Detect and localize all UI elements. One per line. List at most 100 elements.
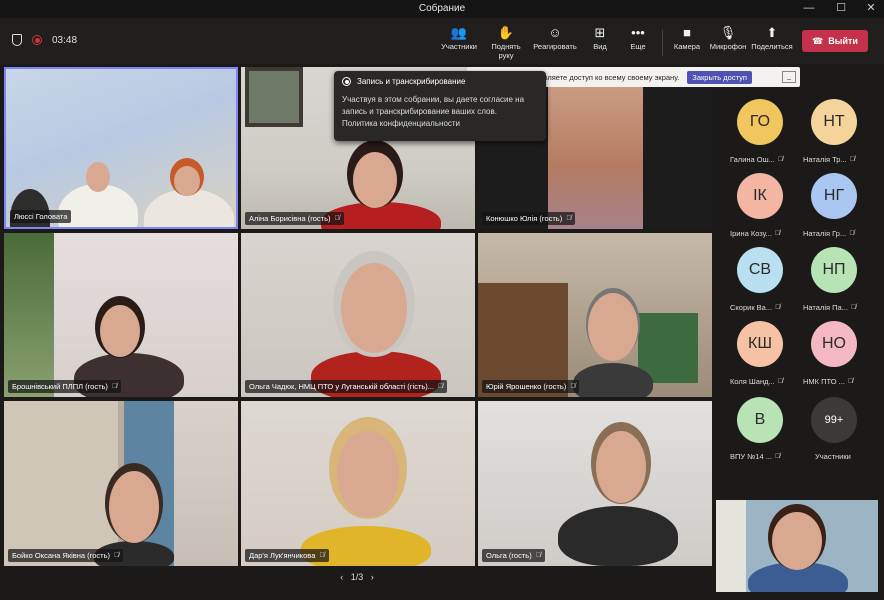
microphone-label: Микрофон bbox=[709, 42, 747, 51]
minimize-banner-button[interactable]: _ bbox=[782, 71, 796, 83]
more-icon: ••• bbox=[631, 25, 645, 40]
microphone-muted-icon: 🎙̸ bbox=[570, 383, 576, 390]
share-label: Поделиться bbox=[751, 42, 793, 51]
avatar[interactable]: НТ bbox=[811, 99, 857, 145]
microphone-muted-icon: 🎙̸ bbox=[775, 304, 781, 311]
attendee-name: Наталія Тр... 🎙̸ bbox=[803, 155, 873, 164]
microphone-muted-icon: 🎙̸ bbox=[774, 453, 781, 460]
avatar[interactable]: НГ bbox=[811, 173, 857, 219]
maximize-button[interactable]: ☐ bbox=[826, 0, 856, 18]
microphone-muted-icon: 🎙̸ bbox=[777, 156, 784, 163]
attendee-name: Наталія Па... 🎙̸ bbox=[803, 303, 873, 312]
video-tile[interactable]: Бойко Оксана Яківна (гость) 🎙̸ bbox=[4, 401, 238, 566]
video-tile[interactable]: Люссі Головата bbox=[4, 67, 238, 229]
person-head bbox=[596, 431, 646, 503]
microphone-muted-icon: 🎙̸ bbox=[438, 383, 444, 390]
toolbar-divider bbox=[662, 30, 663, 56]
participant-name: Аліна Борисівна (гость) 🎙̸ bbox=[245, 212, 344, 225]
participant-name: Дар'я Лук'янчикова 🎙̸ bbox=[245, 549, 329, 562]
meeting-timer: 03:48 bbox=[52, 34, 78, 46]
raise-hand-label: Поднять руку bbox=[491, 42, 521, 60]
avatar[interactable]: ГО bbox=[737, 99, 783, 145]
attendee-name-text: Ірина Козу... bbox=[730, 229, 772, 238]
minimize-button[interactable]: — bbox=[794, 0, 824, 18]
attendee-name-text: Коля Шанд... bbox=[730, 377, 775, 386]
person-head bbox=[772, 512, 822, 570]
recording-notice: Запись и транскрибирование Участвуя в эт… bbox=[334, 71, 546, 141]
person-silhouette bbox=[558, 506, 678, 566]
person-head bbox=[86, 162, 110, 192]
participant-name-text: Юрій Ярошенко (гость) bbox=[486, 382, 567, 391]
recording-icon bbox=[32, 35, 42, 45]
video-tile[interactable]: Дар'я Лук'янчикова 🎙̸ bbox=[241, 401, 475, 566]
person-head bbox=[353, 152, 397, 208]
cabinet bbox=[4, 401, 124, 566]
more-participants-button[interactable]: 99+ bbox=[811, 397, 857, 443]
attendee-name-text: НМК ПТО ... bbox=[803, 377, 845, 386]
meeting-toolbar: 03:48 👥 Участники ✋ Поднять руку ☺ Реаги… bbox=[0, 18, 884, 64]
person-head bbox=[341, 263, 407, 353]
attendee-name-text: Галина Ош... bbox=[730, 155, 775, 164]
shield-icon bbox=[12, 34, 22, 46]
react-label: Реагировать bbox=[533, 42, 577, 51]
microphone-muted-icon: 🎙̸ bbox=[535, 552, 541, 559]
avatar[interactable]: В bbox=[737, 397, 783, 443]
video-tile[interactable]: Юрій Ярошенко (гость) 🎙̸ bbox=[478, 233, 712, 397]
participant-name-text: Ольга (гость) bbox=[486, 551, 532, 560]
attendee-name-text: Наталія Па... bbox=[803, 303, 848, 312]
microphone-muted-icon: 🎙 bbox=[719, 25, 737, 40]
attendee-name: Ірина Козу... 🎙̸ bbox=[730, 229, 800, 238]
person-head bbox=[109, 471, 159, 543]
attendee-name-text: Наталія Гр... bbox=[803, 229, 847, 238]
avatar[interactable]: ІК bbox=[737, 173, 783, 219]
leave-button[interactable]: ☎ Выйти bbox=[802, 30, 868, 52]
microphone-muted-icon: 🎙̸ bbox=[334, 215, 340, 222]
react-button[interactable]: ☺ Реагировать bbox=[533, 24, 577, 51]
participants-button[interactable]: 👥 Участники bbox=[437, 24, 481, 51]
microphone-muted-icon: 🎙̸ bbox=[114, 552, 120, 559]
next-page-button[interactable]: › bbox=[371, 572, 374, 582]
plant bbox=[4, 233, 54, 397]
participant-name-text: Ольга Чадюк, НМЦ ПТО у Луганській област… bbox=[249, 382, 435, 391]
microphone-button[interactable]: 🎙 Микрофон bbox=[706, 24, 750, 51]
participant-name: Ольга (гость) 🎙̸ bbox=[482, 549, 545, 562]
page-navigator: ‹ 1/3 › bbox=[0, 572, 714, 582]
recording-notice-title: Запись и транскрибирование bbox=[357, 77, 466, 86]
attendee-name: Наталія Гр... 🎙̸ bbox=[803, 229, 873, 238]
video-tile[interactable]: Брошнівський ПЛПЛ (гость) 🎙̸ bbox=[4, 233, 238, 397]
more-button[interactable]: ••• Еще bbox=[616, 24, 660, 51]
camera-button[interactable]: ■ Камера bbox=[665, 24, 709, 51]
share-icon: ⬆ bbox=[766, 25, 778, 40]
participant-name: Юрій Ярошенко (гость) 🎙̸ bbox=[482, 380, 580, 393]
attendee-name: ВПУ №14 ... 🎙̸ bbox=[730, 452, 800, 461]
participant-name-text: Дар'я Лук'янчикова bbox=[249, 551, 316, 560]
participants-label: Участники bbox=[441, 42, 477, 51]
recording-notice-body: Участвуя в этом собрании, вы даете согла… bbox=[342, 95, 525, 116]
participant-name-text: Люссі Головата bbox=[14, 212, 68, 221]
camera-icon: ■ bbox=[683, 25, 691, 40]
previous-page-button[interactable]: ‹ bbox=[340, 572, 343, 582]
privacy-policy-link[interactable]: Политика конфиденциальности bbox=[342, 118, 538, 130]
more-label: Еще bbox=[630, 42, 646, 51]
attendee-name-text: Наталія Тр... bbox=[803, 155, 847, 164]
participant-name: Бойко Оксана Яківна (гость) 🎙̸ bbox=[8, 549, 124, 562]
share-button[interactable]: ⬆ Поделиться bbox=[750, 24, 794, 51]
people-icon: 👥 bbox=[450, 25, 468, 40]
emoji-icon: ☺ bbox=[548, 25, 562, 40]
microphone-muted-icon: 🎙̸ bbox=[777, 378, 783, 385]
leave-label: Выйти bbox=[828, 36, 858, 46]
video-tile[interactable]: Ольга (гость) 🎙̸ bbox=[478, 401, 712, 566]
microphone-muted-icon: 🎙̸ bbox=[111, 383, 118, 390]
microphone-muted-icon: 🎙̸ bbox=[847, 378, 854, 385]
participant-name: Конюшко Юлія (гость) 🎙̸ bbox=[482, 212, 576, 225]
avatar[interactable]: КШ bbox=[737, 321, 783, 367]
avatar[interactable]: НО bbox=[811, 321, 857, 367]
microphone-muted-icon: 🎙̸ bbox=[566, 215, 572, 222]
raise-hand-button[interactable]: ✋ Поднять руку bbox=[484, 24, 528, 60]
avatar[interactable]: НП bbox=[811, 247, 857, 293]
self-view-video[interactable] bbox=[716, 500, 878, 592]
stop-sharing-button[interactable]: Закрыть доступ bbox=[687, 70, 752, 84]
close-button[interactable]: ✕ bbox=[856, 0, 884, 18]
video-tile[interactable]: Ольга Чадюк, НМЦ ПТО у Луганській област… bbox=[241, 233, 475, 397]
avatar[interactable]: СВ bbox=[737, 247, 783, 293]
